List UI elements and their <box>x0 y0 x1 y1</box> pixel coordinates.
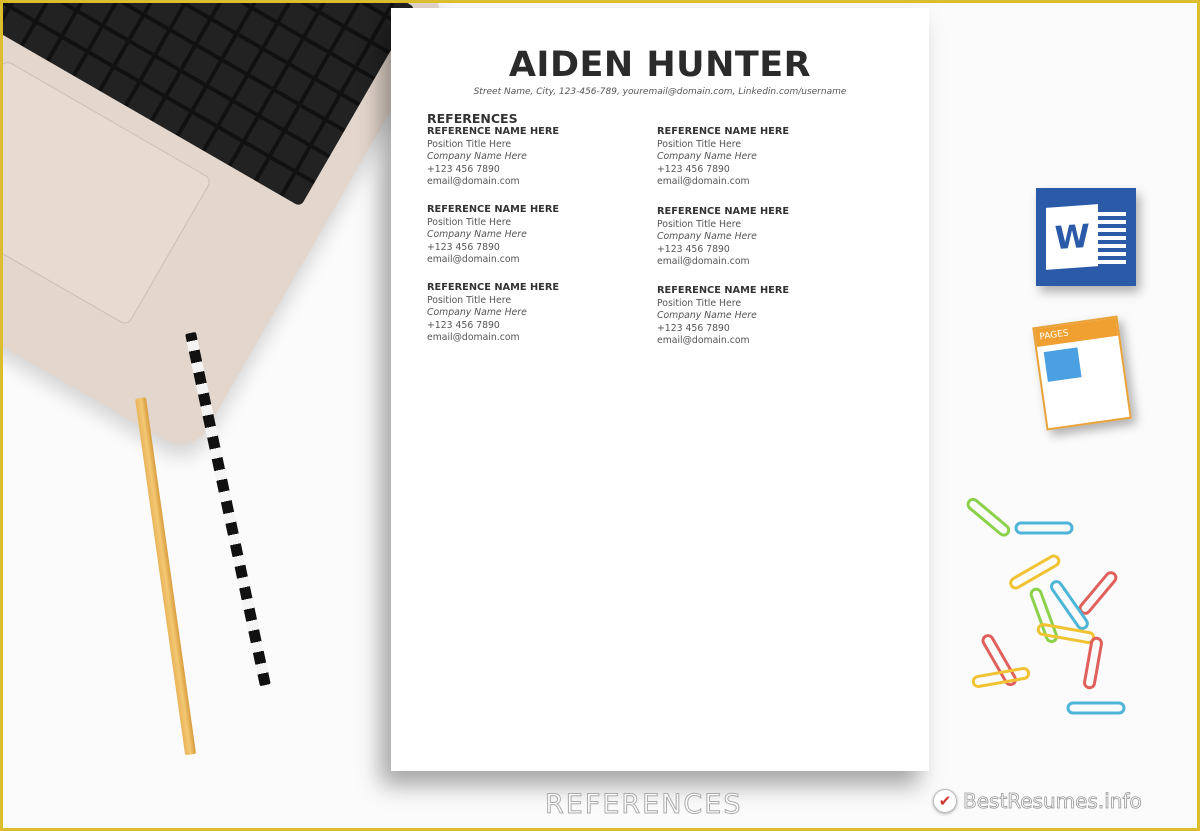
reference-phone: +123 456 7890 <box>657 322 730 334</box>
paper-clip <box>1078 571 1118 615</box>
reference-phone: +123 456 7890 <box>427 241 500 253</box>
reference-company: Company Name Here <box>427 307 527 319</box>
reference-company: Company Name Here <box>657 151 757 163</box>
contact-line: Street Name, City, 123-456-789, youremai… <box>473 87 847 97</box>
watermark: ✔ BestResumes.info <box>933 789 1142 813</box>
yellow-pencil <box>135 397 197 756</box>
caption: REFERENCES <box>544 789 743 821</box>
resume-name: AIDEN HUNTER <box>508 45 812 85</box>
paper-clip <box>1014 521 1074 535</box>
reference-position: Position Title Here <box>427 294 512 306</box>
reference-entry: REFERENCE NAME HERE Position Title Here Co… <box>427 282 559 345</box>
reference-position: Position Title Here <box>427 216 512 228</box>
reference-name: REFERENCE NAME HERE <box>427 204 560 215</box>
paper-clips <box>966 497 1126 715</box>
reference-entry: REFERENCE NAME HERE Position Title Here Co… <box>427 204 559 267</box>
reference-entry: REFERENCE NAME HERE Position Title Here Co… <box>657 126 789 189</box>
reference-position: Position Title Here <box>427 138 512 150</box>
reference-phone: +123 456 7890 <box>657 243 730 255</box>
reference-company: Company Name Here <box>657 231 757 243</box>
mockup-frame: AIDEN HUNTER Street Name, City, 123-456-… <box>0 0 1200 831</box>
paper-clip <box>981 634 1017 687</box>
reference-name: REFERENCE NAME HERE <box>427 282 560 293</box>
reference-entry: REFERENCE NAME HERE Position Title Here Co… <box>657 206 789 269</box>
check-icon: ✔ <box>933 789 957 813</box>
reference-email: email@domain.com <box>657 335 750 347</box>
reference-email: email@domain.com <box>427 332 520 344</box>
section-title: REFERENCES <box>427 111 518 126</box>
paper-clip <box>1083 636 1103 690</box>
paper-clip <box>1050 580 1089 630</box>
laptop-image <box>3 3 452 456</box>
reference-email: email@domain.com <box>657 256 750 268</box>
paper-clip <box>966 497 1011 537</box>
reference-entry: REFERENCE NAME HERE Position Title Here Co… <box>657 285 789 348</box>
reference-company: Company Name Here <box>427 151 527 163</box>
reference-email: email@domain.com <box>657 176 750 188</box>
reference-company: Company Name Here <box>427 229 527 241</box>
reference-email: email@domain.com <box>427 176 520 188</box>
reference-email: email@domain.com <box>427 254 520 266</box>
reference-position: Position Title Here <box>657 218 742 230</box>
reference-position: Position Title Here <box>657 297 742 309</box>
reference-phone: +123 456 7890 <box>657 163 730 175</box>
word-icon: W <box>1036 188 1136 286</box>
reference-name: REFERENCE NAME HERE <box>657 126 790 137</box>
reference-name: REFERENCE NAME HERE <box>657 285 790 296</box>
reference-company: Company Name Here <box>657 310 757 322</box>
reference-position: Position Title Here <box>657 138 742 150</box>
reference-name: REFERENCE NAME HERE <box>657 206 790 217</box>
reference-phone: +123 456 7890 <box>427 319 500 331</box>
paper-clip <box>1066 701 1126 715</box>
reference-phone: +123 456 7890 <box>427 163 500 175</box>
resume-page: AIDEN HUNTER Street Name, City, 123-456-… <box>391 8 929 771</box>
pages-icon: PAGES <box>1032 315 1132 431</box>
reference-name: REFERENCE NAME HERE <box>427 126 560 137</box>
reference-entry: REFERENCE NAME HERE Position Title Here Co… <box>427 126 559 189</box>
